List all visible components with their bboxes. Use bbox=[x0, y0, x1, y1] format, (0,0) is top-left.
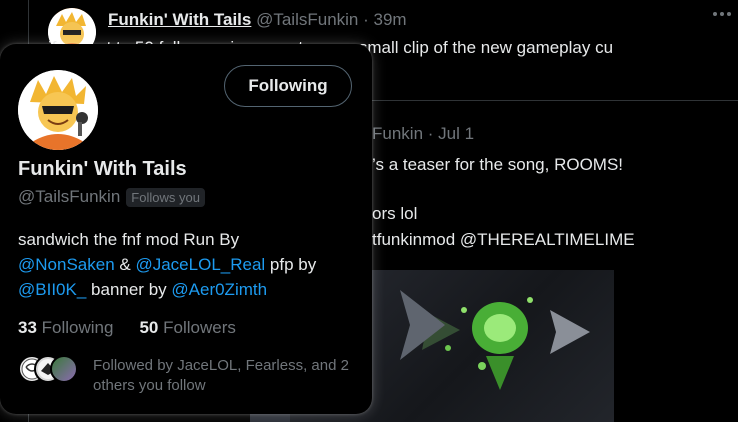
followers-count: 50 bbox=[139, 318, 159, 337]
followers-label: Followers bbox=[163, 318, 236, 337]
tweet-text-line: ’s a teaser for the song, ROOMS! bbox=[372, 155, 624, 174]
bio-mention-link[interactable]: @JaceLOL_Real bbox=[135, 255, 265, 274]
avatar bbox=[50, 355, 78, 383]
profile-bio: sandwich the fnf mod Run By @NonSaken & … bbox=[18, 227, 358, 302]
bio-text: pfp by bbox=[269, 255, 317, 274]
tweet-author-name[interactable]: Funkin' With Tails bbox=[108, 10, 251, 29]
profile-name[interactable]: Funkin' With Tails bbox=[18, 158, 187, 181]
profile-stats: 33 Following 50 Followers bbox=[18, 318, 236, 338]
profile-handle[interactable]: @TailsFunkin bbox=[18, 187, 120, 207]
bio-mention-link[interactable]: @BII0K_ bbox=[18, 280, 86, 299]
following-stat[interactable]: 33 Following bbox=[18, 318, 113, 338]
bio-mention-link[interactable]: @NonSaken bbox=[18, 255, 115, 274]
bio-text: banner by bbox=[91, 280, 167, 299]
more-dots-icon[interactable] bbox=[712, 4, 732, 22]
profile-handle-row: @TailsFunkin Follows you bbox=[18, 187, 205, 207]
followed-by-text[interactable]: Followed by JaceLOL, Fearless, and 2 oth… bbox=[93, 356, 363, 396]
profile-avatar[interactable] bbox=[18, 70, 98, 150]
tweet-header: Funkin' With Tails @TailsFunkin · 39m bbox=[108, 10, 407, 30]
bio-text: sandwich the fnf mod Run By bbox=[18, 230, 240, 249]
tweet-header: Funkin · Jul 1 bbox=[372, 124, 475, 143]
followers-stat[interactable]: 50 Followers bbox=[139, 318, 235, 338]
mutual-followers-avatars[interactable] bbox=[18, 355, 80, 383]
bio-text: & bbox=[119, 255, 131, 274]
following-count: 33 bbox=[18, 318, 37, 337]
profile-hover-card: Following Funkin' With Tails @TailsFunki… bbox=[0, 44, 372, 414]
tweet-timestamp[interactable]: · 39m bbox=[363, 10, 406, 29]
follows-you-badge: Follows you bbox=[126, 187, 205, 207]
following-button[interactable]: Following bbox=[224, 65, 352, 107]
following-label: Following bbox=[41, 318, 114, 337]
tweet-author-handle[interactable]: @TailsFunkin bbox=[256, 10, 358, 29]
tweet-text-line: ors lol bbox=[372, 204, 418, 223]
media-letterbox bbox=[614, 270, 738, 422]
bio-mention-link[interactable]: @Aer0Zimth bbox=[171, 280, 267, 299]
tweet-text-line: tfunkinmod @THEREALTIMELIME bbox=[372, 230, 635, 249]
